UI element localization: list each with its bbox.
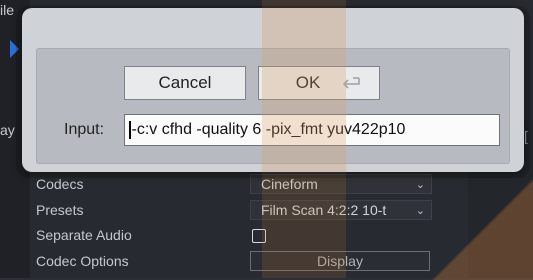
chevron-down-icon: ⌄: [415, 179, 425, 191]
text-caret: [129, 120, 131, 139]
codecs-label: Codecs: [36, 176, 84, 192]
input-label: Input:: [64, 121, 105, 138]
separate-audio-label: Separate Audio: [36, 227, 132, 243]
presets-label: Presets: [36, 201, 84, 218]
codec-options-label: Codec Options: [36, 252, 129, 269]
input-dialog: Cancel OK Input: -c:v cfhd -quality 6 -p…: [22, 8, 524, 172]
property-row-separate-audio: Separate Audio: [30, 223, 470, 249]
property-row-presets: Presets Film Scan 4:2:2 10-t ⌄: [30, 198, 470, 224]
highlight-diagonal: [430, 180, 533, 280]
left-panel-label-mid: ay: [0, 122, 15, 138]
cancel-button[interactable]: Cancel: [124, 66, 246, 100]
codec-properties: Codecs Cineform ⌄ Presets Film Scan 4:2:…: [30, 172, 470, 274]
dialog-highlight-overlay: [262, 8, 346, 172]
cancel-button-label: Cancel: [158, 73, 212, 92]
chevron-down-icon: ⌄: [415, 204, 425, 217]
left-panel-label-top: ile: [0, 2, 15, 18]
property-row-codec-options: Codec Options Display: [30, 249, 470, 275]
